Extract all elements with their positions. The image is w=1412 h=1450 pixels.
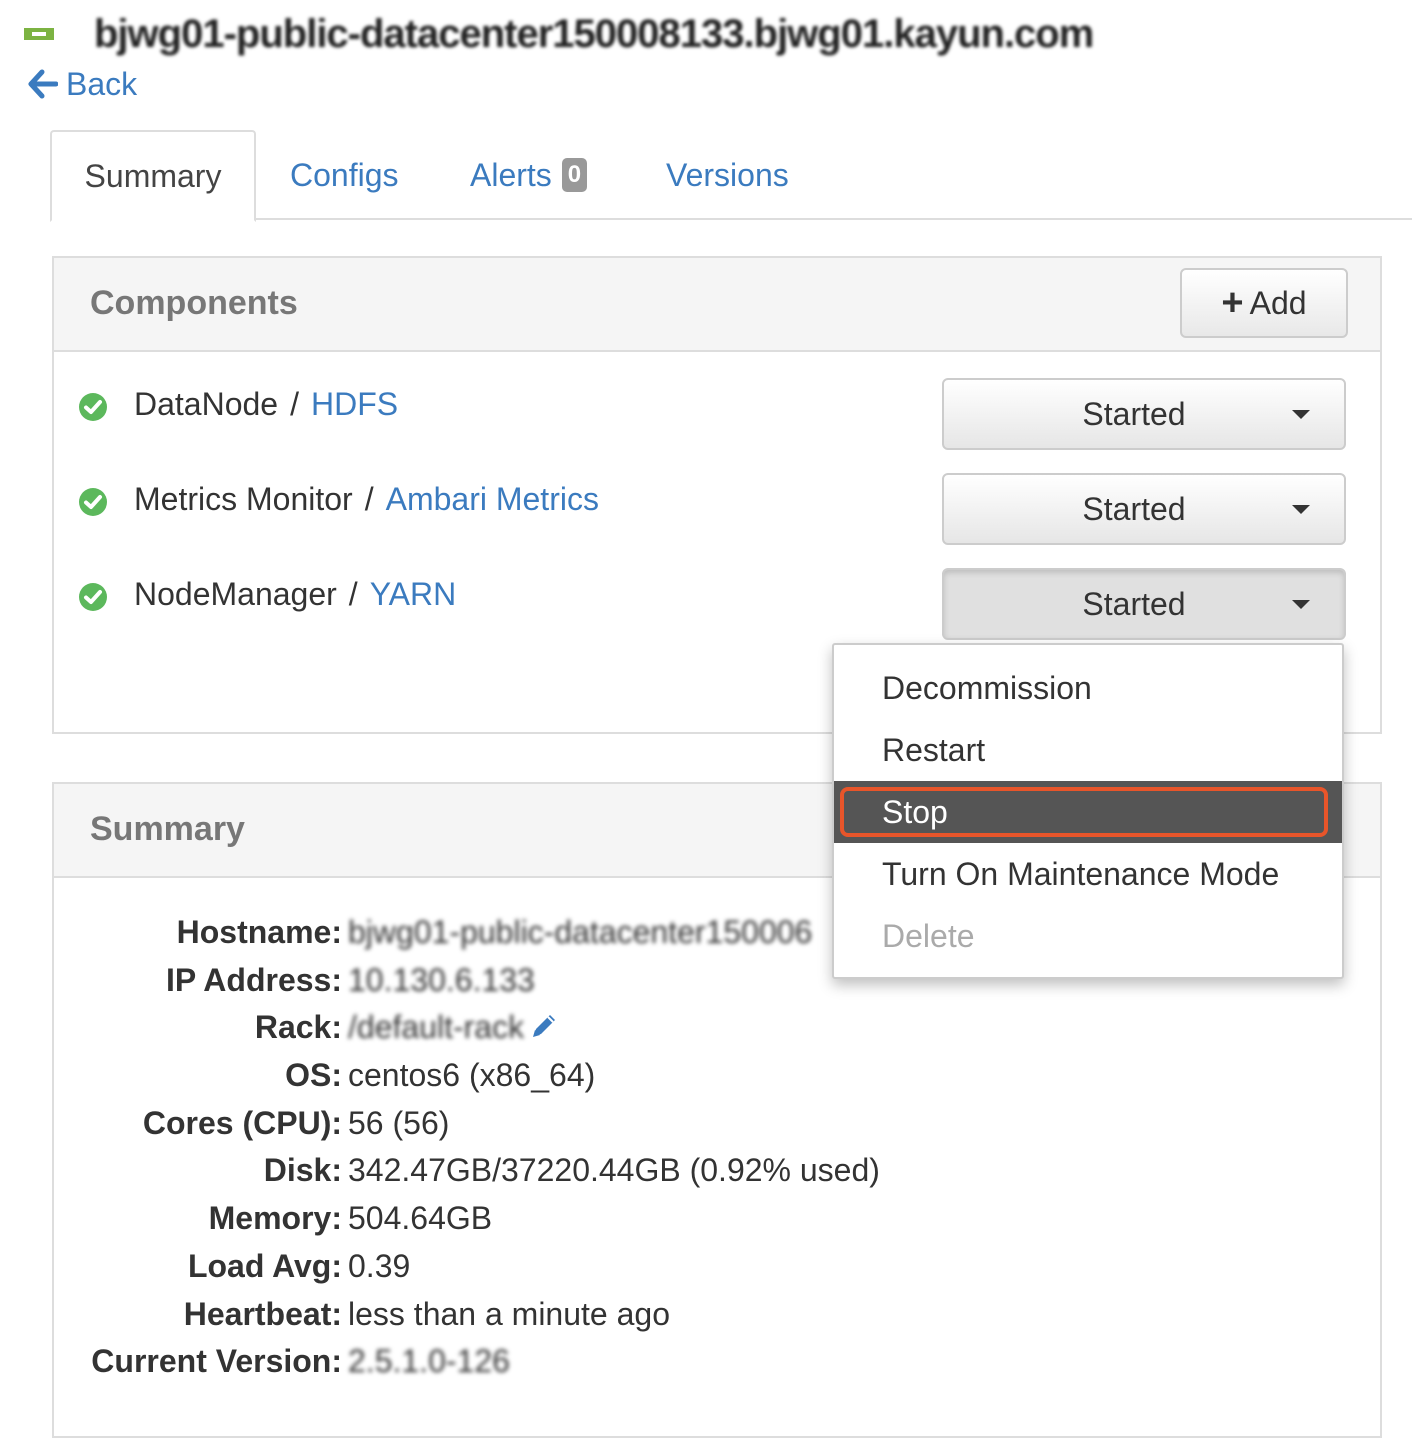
component-label: NodeManager / YARN (134, 576, 456, 613)
state-dropdown-nodemanager[interactable]: Started (942, 568, 1346, 640)
add-component-button[interactable]: + Add (1180, 268, 1348, 338)
host-status-icon (22, 23, 56, 45)
summary-value: 10.130.6.133 (348, 961, 535, 998)
check-circle-icon (79, 393, 107, 421)
host-tabs: Summary Configs Alerts 0 Versions (50, 130, 1412, 222)
summary-label: Load Avg: (187, 1247, 342, 1284)
component-label: DataNode / HDFS (134, 386, 398, 423)
menu-item-label: Decommission (882, 669, 1092, 706)
menu-item-label: Turn On Maintenance Mode (882, 855, 1280, 892)
components-title: Components (90, 284, 298, 322)
summary-value: 0.39 (348, 1247, 411, 1284)
summary-row-cores: Cores (CPU): 56 (56) (54, 1099, 1384, 1147)
host-header: bjwg01-public-datacenter150008133.bjwg01… (22, 11, 1094, 56)
summary-label: OS: (285, 1057, 342, 1094)
arrow-left-icon (28, 69, 58, 99)
summary-value: 504.64GB (348, 1200, 493, 1237)
menu-item-decommission[interactable]: Decommission (834, 657, 1342, 719)
component-label: Metrics Monitor / Ambari Metrics (134, 481, 599, 518)
summary-row-memory: Memory: 504.64GB (54, 1194, 1384, 1242)
pencil-icon[interactable] (528, 1010, 560, 1042)
tab-versions[interactable]: Versions (666, 130, 789, 220)
back-link[interactable]: Back (28, 62, 137, 106)
component-row-datanode: DataNode / HDFS Started (54, 376, 1384, 450)
back-label: Back (66, 65, 138, 102)
check-circle-icon (79, 488, 107, 516)
summary-label: Current Version: (91, 1343, 342, 1380)
component-row-nodemanager: NodeManager / YARN Started (54, 566, 1384, 640)
check-circle-icon (79, 583, 107, 611)
menu-item-delete: Delete (834, 905, 1342, 967)
alerts-count-badge: 0 (561, 158, 588, 192)
tab-summary[interactable]: Summary (50, 130, 256, 222)
state-label: Started (1082, 491, 1186, 527)
summary-value: centos6 (x86_64) (348, 1057, 596, 1094)
tab-versions-label: Versions (666, 156, 789, 193)
menu-item-label: Delete (882, 917, 975, 954)
summary-value-wrap: /default-rack (348, 1009, 560, 1046)
menu-item-stop[interactable]: Stop (834, 781, 1342, 843)
component-name: NodeManager (134, 576, 337, 612)
summary-value: 2.5.1.0-126 (348, 1343, 510, 1380)
summary-list: Hostname: bjwg01-public-datacenter150006… (54, 908, 1384, 1385)
tab-configs-label: Configs (290, 156, 399, 193)
separator: / (290, 386, 299, 422)
components-panel-heading: Components + Add (54, 258, 1380, 352)
summary-row-current-version: Current Version: 2.5.1.0-126 (54, 1337, 1384, 1385)
summary-value: /default-rack (348, 1009, 525, 1046)
summary-value: 56 (56) (348, 1104, 450, 1141)
add-label: Add (1249, 284, 1307, 321)
summary-row-os: OS: centos6 (x86_64) (54, 1051, 1384, 1099)
component-name: Metrics Monitor (134, 481, 353, 517)
summary-label: Rack: (254, 1009, 342, 1046)
summary-label: IP Address: (165, 961, 342, 998)
menu-item-restart[interactable]: Restart (834, 719, 1342, 781)
menu-item-label: Restart (882, 731, 986, 768)
summary-value: bjwg01-public-datacenter150006 (348, 914, 813, 950)
separator: / (348, 576, 358, 612)
service-link-hdfs[interactable]: HDFS (311, 386, 398, 422)
summary-label: Heartbeat: (183, 1295, 342, 1332)
summary-row-rack: Rack: /default-rack (54, 1003, 1384, 1051)
host-title: bjwg01-public-datacenter150008133.bjwg01… (94, 11, 1094, 56)
summary-row-disk: Disk: 342.47GB/37220.44GB (0.92% used) (54, 1146, 1384, 1194)
menu-item-label: Stop (882, 793, 948, 830)
summary-label: Cores (CPU): (142, 1104, 342, 1141)
component-name: DataNode (134, 386, 279, 422)
tab-summary-label: Summary (84, 157, 222, 194)
tab-configs[interactable]: Configs (290, 130, 399, 220)
summary-title: Summary (90, 810, 245, 848)
state-dropdown-datanode[interactable]: Started (942, 378, 1346, 450)
caret-down-icon (1292, 600, 1310, 609)
caret-down-icon (1292, 505, 1310, 514)
summary-value: less than a minute ago (348, 1295, 670, 1332)
service-link-yarn[interactable]: YARN (370, 576, 457, 612)
state-label: Started (1082, 586, 1186, 622)
service-link-ambari-metrics[interactable]: Ambari Metrics (386, 481, 599, 517)
caret-down-icon (1292, 410, 1310, 419)
tab-alerts[interactable]: Alerts 0 (470, 130, 588, 220)
summary-label: Hostname: (176, 914, 342, 950)
plus-icon: + (1221, 282, 1244, 324)
summary-row-load-avg: Load Avg: 0.39 (54, 1242, 1384, 1290)
summary-label: Memory: (208, 1200, 342, 1237)
summary-label: Disk: (263, 1152, 342, 1189)
summary-value: 342.47GB/37220.44GB (0.92% used) (348, 1152, 880, 1189)
tab-alerts-label: Alerts (470, 156, 552, 193)
state-dropdown-metrics-monitor[interactable]: Started (942, 473, 1346, 545)
state-label: Started (1082, 396, 1186, 432)
component-actions-menu: Decommission Restart Stop Turn On Mainte… (832, 643, 1344, 979)
summary-row-heartbeat: Heartbeat: less than a minute ago (54, 1290, 1384, 1338)
component-row-metrics-monitor: Metrics Monitor / Ambari Metrics Started (54, 471, 1384, 545)
separator: / (364, 481, 374, 517)
menu-item-maintenance-mode[interactable]: Turn On Maintenance Mode (834, 843, 1342, 905)
